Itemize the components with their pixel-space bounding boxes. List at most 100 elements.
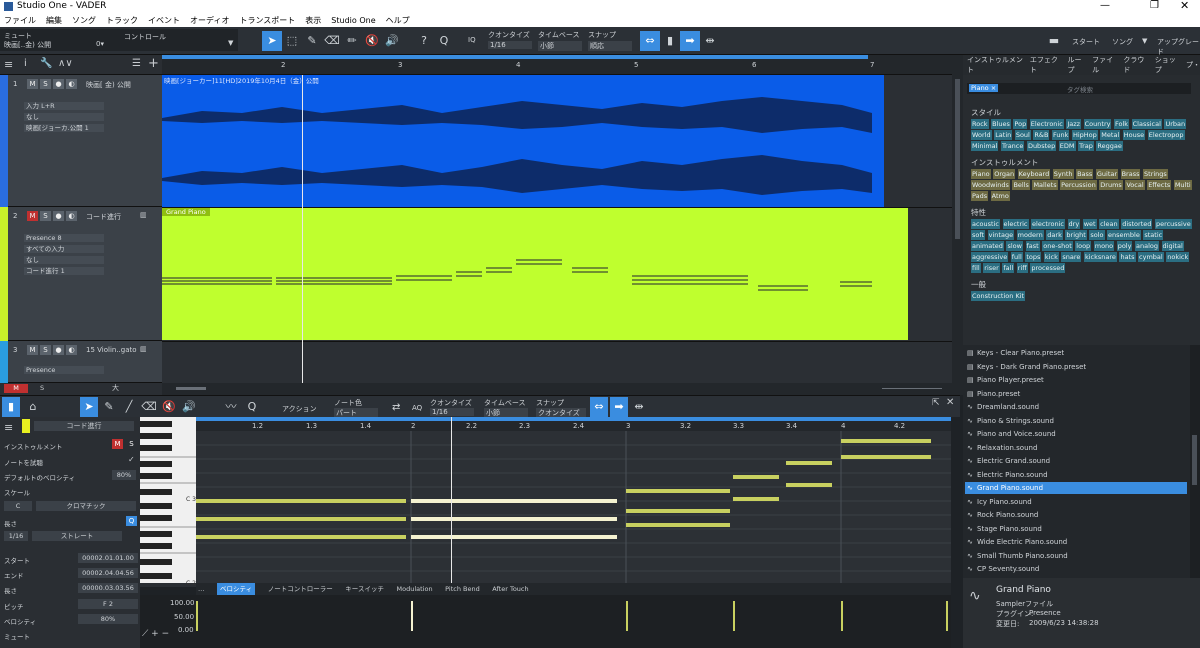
tag-attrTags-1[interactable]: electric — [1002, 219, 1029, 229]
action-menu[interactable]: アクション — [282, 404, 317, 414]
quantize-select[interactable]: 1/16 — [430, 408, 474, 416]
start-button[interactable]: スタート — [1072, 37, 1100, 47]
arrow-right-icon[interactable]: ➡ — [680, 31, 700, 51]
tag-styleTags-0[interactable]: Rock — [971, 119, 989, 129]
input-select[interactable]: 入力 L+R — [24, 102, 104, 110]
tag-instTags-4[interactable]: Bass — [1076, 169, 1094, 179]
file-item[interactable]: Grand Piano.sound ∿ — [965, 482, 1187, 494]
menu-audio[interactable]: オーディオ — [190, 15, 229, 26]
help-icon[interactable]: ? — [414, 31, 434, 51]
chevron-down-icon[interactable]: ▼ — [228, 39, 233, 47]
split-icon[interactable]: ⇹ — [700, 31, 720, 51]
solo-button[interactable]: S — [40, 79, 51, 89]
channel-select[interactable]: 映画[ジョーカ.公開 1 — [24, 124, 104, 132]
split-icon[interactable]: ⇹ — [630, 397, 648, 417]
file-list-scrollbar[interactable] — [1190, 345, 1200, 578]
file-item[interactable]: Small Thumb Piano.sound ∿ — [965, 550, 1187, 562]
start-value[interactable]: 00002.01.01.00 — [78, 553, 138, 563]
tag-genTags-0[interactable]: Construction Kit — [971, 291, 1026, 301]
file-item[interactable]: Stage Piano.sound ∿ — [965, 523, 1187, 535]
editor-ruler[interactable]: 1.2 1.3 1.4 2 2.2 2.3 2.4 3 3.2 3.3 3.4 4 4.2 — [196, 417, 951, 431]
tag-attrTags-11[interactable]: dark — [1046, 230, 1063, 240]
menu-icon[interactable]: ≡ — [4, 58, 13, 71]
tag-attrTags-26[interactable]: full — [1010, 252, 1023, 262]
tag-instTags-8[interactable]: Woodwinds — [971, 180, 1010, 190]
input-select[interactable]: すべての入力 — [24, 245, 104, 253]
tag-attrTags-13[interactable]: solo — [1089, 230, 1105, 240]
menu-track[interactable]: トラック — [106, 15, 138, 26]
mute-tool-icon[interactable]: 🔇 — [160, 397, 178, 417]
monitor-button[interactable]: ◐ — [66, 211, 77, 221]
menu-help[interactable]: ヘルプ — [386, 15, 410, 26]
solo-button[interactable]: S — [126, 439, 137, 449]
snap-toggle-icon[interactable]: ⇔ — [640, 31, 660, 51]
scroll-thumb[interactable] — [955, 79, 960, 239]
arrow-tool-icon[interactable]: ➤ — [80, 397, 98, 417]
tag-styleTags-5[interactable]: Country — [1083, 119, 1112, 129]
tag-styleTags-12[interactable]: R&B — [1033, 130, 1050, 140]
tag-attrTags-7[interactable]: percussive — [1154, 219, 1192, 229]
tag-instTags-11[interactable]: Percussion — [1060, 180, 1097, 190]
menu-studio-one[interactable]: Studio One — [331, 16, 375, 25]
menu-view[interactable]: 表示 — [305, 15, 321, 26]
tools-icon[interactable]: ⟋ + − — [142, 629, 169, 639]
range-tool-icon[interactable]: ⬚ — [282, 31, 302, 51]
tag-attrTags-19[interactable]: one-shot — [1042, 241, 1073, 251]
speaker-tool-icon[interactable]: 🔊 — [180, 397, 198, 417]
tag-styleTags-22[interactable]: Trap — [1078, 141, 1094, 151]
tag-styleTags-3[interactable]: Electronic — [1029, 119, 1064, 129]
tag-attrTags-28[interactable]: kick — [1043, 252, 1059, 262]
scroll-thumb[interactable] — [1192, 435, 1197, 485]
info-icon[interactable]: i — [24, 58, 27, 69]
track-name[interactable]: 15 Violin..gato — [86, 346, 137, 354]
arrow-tool-icon[interactable]: ➤ — [262, 31, 282, 51]
audio-event[interactable]: 映画[ジョーカー]11[HD]2019年10月4日（金）公開 — [162, 75, 884, 207]
velocity-value[interactable]: 80% — [78, 614, 138, 624]
tag-attrTags-8[interactable]: soft — [971, 230, 986, 240]
chevron-down-icon[interactable]: ▼ — [1142, 37, 1147, 45]
automation-icon[interactable]: ∧∨ — [58, 58, 73, 69]
tag-attrTags-35[interactable]: riser — [983, 263, 1000, 273]
wrench-icon[interactable]: 🔧 — [40, 58, 52, 69]
tag-attrTags-9[interactable]: vintage — [987, 230, 1015, 240]
arrange-view[interactable]: 映画[ジョーカー]11[HD]2019年10月4日（金）公開 Grand Pia… — [162, 75, 952, 395]
tag-attrTags-29[interactable]: snare — [1061, 252, 1082, 262]
tab-instruments[interactable]: インストゥルメント — [967, 55, 1024, 75]
bar-icon[interactable]: ▮ — [660, 31, 680, 51]
aq-button[interactable]: AQ — [412, 404, 422, 412]
tag-styleTags-2[interactable]: Pop — [1013, 119, 1028, 129]
tag-attrTags-23[interactable]: analog — [1135, 241, 1159, 251]
tag-instTags-14[interactable]: Effects — [1147, 180, 1172, 190]
tag-styleTags-9[interactable]: World — [971, 130, 992, 140]
eraser-tool-icon[interactable]: ⌫ — [322, 31, 342, 51]
tag-attrTags-3[interactable]: dry — [1067, 219, 1081, 229]
menu-icon[interactable]: ≡ — [4, 421, 13, 434]
tag-instTags-5[interactable]: Guitar — [1095, 169, 1119, 179]
mute-button[interactable]: M — [27, 211, 38, 221]
checkmark-icon[interactable]: ✓ — [128, 455, 135, 464]
file-item[interactable]: Wide Electric Piano.sound ∿ — [965, 536, 1187, 548]
instrument-event[interactable]: Grand Piano — [162, 208, 908, 340]
tag-instTags-1[interactable]: Organ — [993, 169, 1016, 179]
tab-effects[interactable]: エフェクト — [1030, 55, 1062, 75]
tag-instTags-7[interactable]: Strings — [1143, 169, 1168, 179]
pitch-value[interactable]: F 2 — [78, 599, 138, 609]
tag-search[interactable]: Piano × タグ検索 — [967, 83, 1191, 94]
list-icon[interactable]: ☰ — [132, 58, 141, 69]
length-mode-select[interactable]: ストレート — [32, 531, 122, 541]
tag-styleTags-7[interactable]: Classical — [1131, 119, 1162, 129]
tab-modulation[interactable]: Modulation — [397, 583, 433, 595]
swap-icon[interactable]: ⇄ — [392, 402, 400, 413]
playhead[interactable] — [451, 417, 452, 587]
detach-icon[interactable]: ⇱ — [932, 398, 940, 408]
loop-range[interactable] — [162, 55, 868, 59]
menu-song[interactable]: ソング — [72, 15, 96, 26]
tag-attrTags-34[interactable]: fill — [971, 263, 981, 273]
tag-attrTags-25[interactable]: aggressive — [971, 252, 1009, 262]
tag-attrTags-17[interactable]: slow — [1006, 241, 1023, 251]
tag-attrTags-5[interactable]: clean — [1099, 219, 1119, 229]
tag-styleTags-15[interactable]: Metal — [1100, 130, 1121, 140]
tag-instTags-16[interactable]: Pads — [971, 191, 989, 201]
quantize-select[interactable]: 1/16 — [488, 41, 532, 49]
tab-cloud[interactable]: クラウド — [1123, 55, 1148, 75]
